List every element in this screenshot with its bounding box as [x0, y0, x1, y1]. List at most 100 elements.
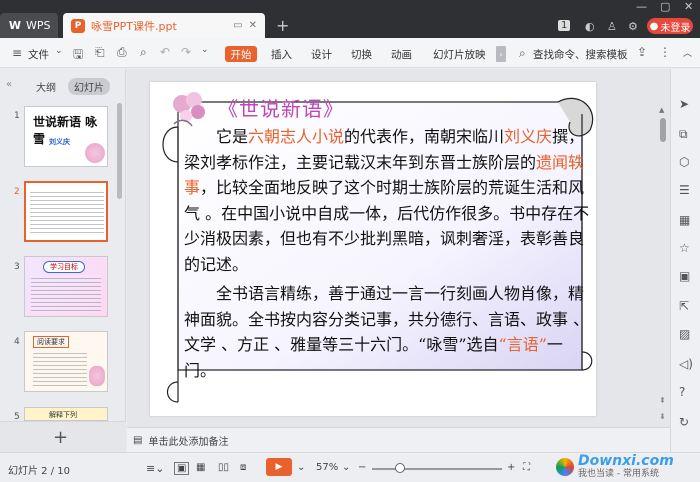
user-icon: ● — [649, 20, 659, 32]
scroll-up-icon[interactable]: ▲ — [659, 106, 664, 114]
search-icon[interactable]: ⌕ — [519, 46, 526, 61]
prev-slide-icon[interactable]: ⇞ — [659, 396, 666, 405]
canvas-scrollbar[interactable] — [660, 118, 666, 142]
thumb-title: 学习目标 — [43, 261, 85, 273]
zoom-slider-handle[interactable] — [395, 463, 405, 473]
search-command[interactable]: 查找命令、搜索模板 — [533, 47, 628, 62]
right-sidebar: ➤ ⧉ ⬡ ☰ ▦ ☆ ▣ ⇱ ▨ ◁) ? ↻ — [670, 69, 700, 452]
star-icon[interactable]: ☆ — [679, 241, 690, 255]
text-run: 它是 — [216, 127, 249, 146]
chevron-down-icon[interactable]: ⌄ — [55, 46, 63, 56]
pointer-tool-icon[interactable]: ➤ — [679, 97, 689, 111]
history-icon[interactable]: ↻ — [679, 415, 689, 429]
collapse-panel-icon[interactable]: « — [6, 79, 12, 90]
document-tab[interactable]: P 咏雪PPT课件.ppt ▭ ✕ — [63, 13, 265, 38]
slide-thumb-3[interactable]: 学习目标 — [24, 256, 108, 317]
zoom-in-icon[interactable]: + — [507, 462, 515, 473]
login-button[interactable]: ● 未登录 — [647, 18, 693, 34]
notes-icon: ▤ — [133, 434, 143, 446]
slide-counter: 幻灯片 2 / 10 — [8, 466, 70, 477]
notes-bar[interactable]: ▤ 单击此处添加备注 — [127, 427, 670, 452]
help-icon[interactable]: ? — [679, 385, 685, 399]
thumb-subtitle: 刘义庆 — [49, 138, 70, 146]
notes-view-icon[interactable]: ⧈ — [240, 462, 246, 473]
window-restore-icon[interactable]: ▭ — [233, 20, 242, 31]
close-window-icon[interactable]: ✕ — [684, 0, 693, 13]
close-tab-icon[interactable]: ✕ — [249, 20, 257, 31]
zoom-chevron-icon[interactable]: ⌄ — [342, 462, 350, 473]
highlight-text: 刘义庆 — [504, 127, 553, 146]
slide-thumb-2[interactable] — [24, 181, 108, 242]
tab-slideshow[interactable]: 幻灯片放映 — [433, 47, 486, 62]
export-icon[interactable]: ⎗ — [95, 45, 105, 60]
highlight-text: “言语” — [498, 335, 547, 354]
image-icon[interactable]: ▨ — [679, 327, 690, 341]
document-tab-title: 咏雪PPT课件.ppt — [91, 19, 177, 33]
thumb-text-lines — [33, 350, 87, 386]
redo-icon[interactable]: ↷ — [181, 45, 191, 59]
thumb-number: 1 — [14, 111, 20, 121]
zoom-slider[interactable] — [372, 468, 502, 470]
zoom-level[interactable]: 57% — [316, 462, 338, 473]
more-tabs-icon[interactable]: › — [496, 46, 506, 62]
skin-icon[interactable]: ◐ — [585, 20, 595, 33]
page-count-badge[interactable]: 1 — [558, 20, 571, 31]
thumb-title: 阅读要求 — [33, 336, 69, 348]
tab-home[interactable]: 开始 — [225, 46, 257, 62]
menu-icon[interactable]: ≡ — [12, 46, 22, 60]
copy-icon[interactable]: ⧉ — [679, 127, 688, 142]
reading-view-icon[interactable]: ▯▯ — [218, 462, 229, 473]
wps-home-tab[interactable]: W WPS — [0, 13, 58, 38]
shirt-icon[interactable]: ♙ — [607, 20, 617, 33]
maximize-icon[interactable]: ▢ — [660, 0, 670, 13]
grid-view-icon[interactable]: ▦ — [196, 462, 205, 473]
next-slide-icon[interactable]: ⇟ — [659, 412, 666, 421]
tab-transition[interactable]: 切换 — [351, 47, 372, 62]
share-icon[interactable]: ⇪ — [637, 45, 647, 59]
panel-scrollbar[interactable] — [117, 103, 122, 199]
current-slide[interactable]: 《世说新语》 它是六朝志人小说的代表作，南朝宋临川刘义庆撰，梁刘孝标作注，主要记… — [150, 82, 596, 416]
slide-thumb-4[interactable]: 阅读要求 — [24, 331, 108, 392]
thumb-text-lines — [30, 189, 104, 235]
wps-tab-label: WPS — [26, 19, 51, 32]
flower-decor-icon — [85, 143, 105, 163]
audio-icon[interactable]: ◁) — [679, 357, 693, 371]
file-menu[interactable]: 文件 — [28, 47, 49, 62]
fit-window-icon[interactable]: ⛶ — [523, 462, 530, 473]
tab-insert[interactable]: 插入 — [271, 47, 292, 62]
archive-icon[interactable]: ▣ — [679, 269, 690, 283]
add-slide-button[interactable]: + — [53, 427, 68, 448]
preview-icon[interactable]: ⌕ — [140, 45, 147, 60]
minimize-icon[interactable]: — — [636, 0, 647, 13]
text-run: 的代表作，南朝宋临川 — [344, 127, 505, 146]
export-icon[interactable]: ⇱ — [679, 299, 689, 313]
slide-thumb-5[interactable]: 解释下列 — [24, 407, 108, 421]
tab-outline[interactable]: 大纲 — [36, 79, 56, 94]
slide-panel: « 大纲 幻灯片 1 世说新语 咏雪 刘义庆 2 3 学习目标 4 阅读要求 5… — [0, 69, 126, 452]
play-options-chevron-icon[interactable]: ⌄ — [297, 462, 305, 473]
notes-placeholder[interactable]: 单击此处添加备注 — [148, 433, 228, 448]
save-icon[interactable]: 🖫 — [73, 45, 83, 66]
thumb-number: 4 — [14, 337, 20, 347]
normal-view-icon[interactable]: ▣ — [174, 462, 190, 475]
thumb-text-lines — [31, 275, 101, 313]
watermark: Downxi.com 我也当读 - 常用系统 — [556, 453, 696, 479]
shapes-icon[interactable]: ⬡ — [679, 155, 689, 169]
tab-design[interactable]: 设计 — [311, 47, 332, 62]
gallery-icon[interactable]: ▦ — [679, 213, 690, 227]
play-slideshow-button[interactable]: ▶ — [266, 458, 292, 476]
tab-slides[interactable]: 幻灯片 — [68, 78, 110, 95]
tab-animation[interactable]: 动画 — [391, 47, 412, 62]
print-icon[interactable]: ⎙ — [117, 45, 127, 60]
thumb-title: 世说新语 咏雪 — [33, 115, 98, 146]
align-menu-icon[interactable]: ≡⌄ — [146, 462, 164, 475]
new-tab-icon[interactable]: + — [276, 16, 289, 35]
more-options-icon[interactable]: ⋮ — [659, 45, 671, 59]
zoom-out-icon[interactable]: − — [358, 462, 366, 473]
collapse-ribbon-icon[interactable]: ︿ — [683, 46, 692, 59]
settings-icon[interactable]: ⚙ — [628, 20, 638, 33]
adjust-icon[interactable]: ☰ — [679, 183, 690, 197]
undo-icon[interactable]: ↶ — [160, 45, 170, 59]
slide-thumb-1[interactable]: 世说新语 咏雪 刘义庆 — [24, 106, 108, 167]
quick-access-chevron-icon[interactable]: ⌄ — [201, 45, 209, 55]
